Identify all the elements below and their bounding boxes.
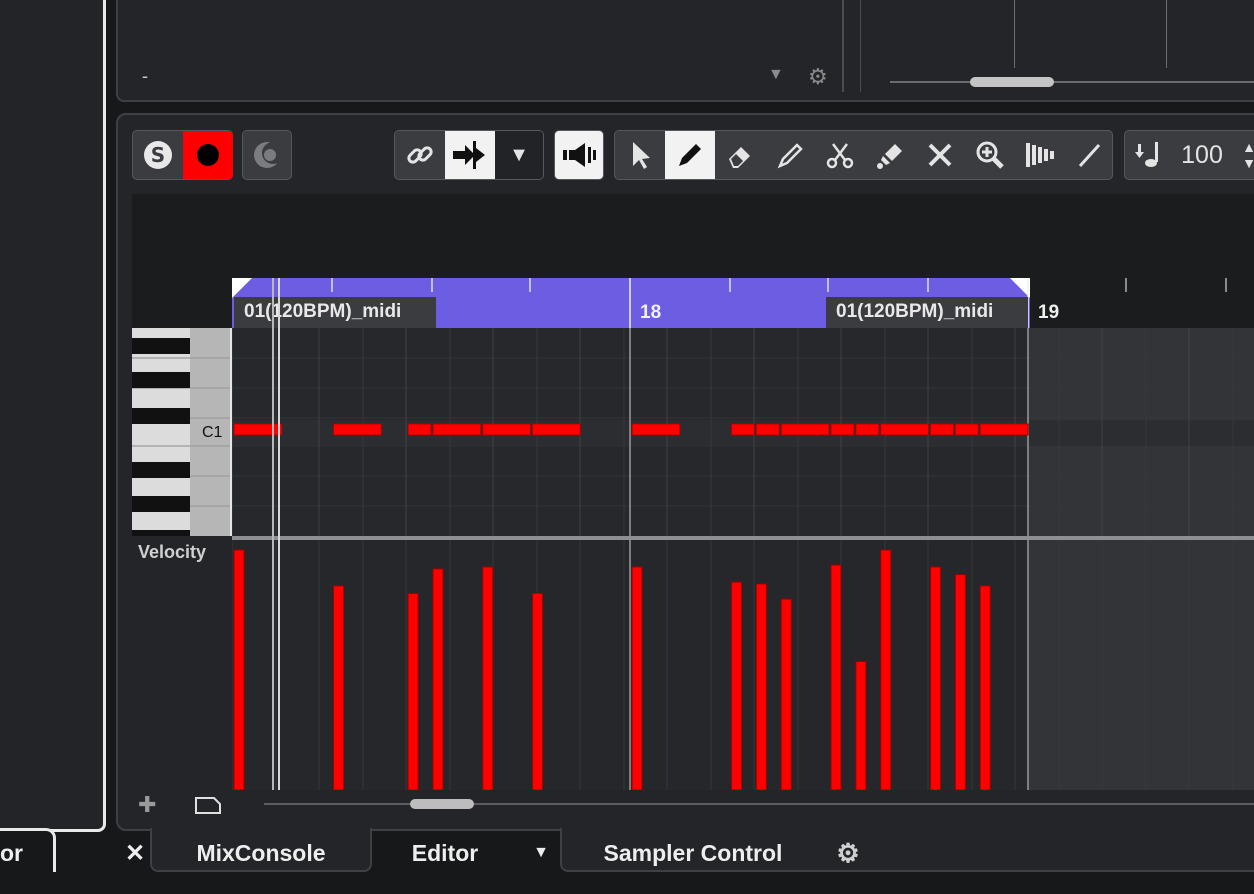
midi-note[interactable]: [930, 423, 954, 436]
solo-record-group: S: [132, 130, 233, 180]
gear-icon[interactable]: ⚙: [830, 830, 866, 876]
lane-presets-icon[interactable]: [194, 794, 222, 821]
link-insert-group: ▼: [394, 130, 544, 180]
add-lane-icon[interactable]: ✚: [138, 792, 156, 818]
velocity-bars-layer[interactable]: [232, 540, 1254, 790]
solo-s-icon[interactable]: S: [133, 131, 183, 179]
velocity-bar[interactable]: [233, 549, 245, 790]
link-icon[interactable]: [395, 131, 445, 179]
midi-note[interactable]: [954, 423, 979, 436]
part-name-label[interactable]: 01(120BPM)_midi: [234, 297, 436, 328]
insert-velocity-value[interactable]: 100: [1173, 131, 1231, 179]
tab-sampler-control[interactable]: Sampler Control: [590, 830, 796, 876]
midi-note[interactable]: [432, 423, 482, 436]
mute-icon[interactable]: [915, 131, 965, 179]
midi-note[interactable]: [830, 423, 855, 436]
speaker-icon[interactable]: [554, 130, 604, 180]
top-scrollbar-thumb[interactable]: [970, 77, 1054, 87]
midi-note[interactable]: [731, 423, 755, 436]
midi-note[interactable]: [233, 423, 283, 436]
draw-icon[interactable]: [665, 131, 715, 179]
caret-down-icon[interactable]: ▼: [495, 131, 543, 179]
bar-number: 18: [640, 302, 662, 323]
left-locator-line[interactable]: [272, 278, 274, 790]
object-selection-icon[interactable]: [615, 131, 665, 179]
tab-mixconsole[interactable]: MixConsole: [170, 830, 352, 876]
midi-note[interactable]: [979, 423, 1029, 436]
tab-editor[interactable]: Editor: [380, 830, 510, 876]
midi-note[interactable]: [482, 423, 531, 436]
tab-inspector-label[interactable]: or: [0, 830, 23, 876]
midi-note[interactable]: [631, 423, 681, 436]
velocity-bar[interactable]: [930, 566, 941, 790]
svg-text:S: S: [151, 143, 165, 167]
velocity-bar[interactable]: [880, 549, 892, 790]
top-scrollbar-track[interactable]: [890, 81, 1254, 83]
velocity-bar[interactable]: [954, 574, 966, 790]
insert-velocity-field[interactable]: 100 ▲ ▼: [1124, 130, 1254, 180]
velocity-bar[interactable]: [780, 598, 792, 790]
top-panel-value: -: [142, 66, 148, 86]
velocity-lane-label[interactable]: Velocity: [138, 542, 206, 563]
velocity-bar[interactable]: [755, 583, 767, 790]
panel-divider: [842, 0, 844, 92]
upper-zone-panel: [116, 0, 1254, 102]
velocity-bar[interactable]: [855, 660, 867, 790]
zoom-icon[interactable]: [965, 131, 1015, 179]
moon-icon[interactable]: [242, 130, 292, 180]
velocity-bar[interactable]: [830, 564, 842, 790]
bar-number: 19: [1038, 302, 1060, 323]
velocity-stepper[interactable]: ▲ ▼: [1237, 131, 1254, 179]
fader-line: [1166, 0, 1167, 68]
note-velocity-icon: [1131, 131, 1167, 179]
c1-key-label: C1: [202, 424, 223, 441]
tool-group: [614, 130, 1113, 180]
midi-note[interactable]: [333, 423, 382, 436]
line-icon[interactable]: [1015, 131, 1065, 179]
velocity-bar[interactable]: [407, 592, 419, 790]
erase-icon[interactable]: [715, 131, 765, 179]
velocity-bar[interactable]: [979, 585, 991, 790]
velocity-bar[interactable]: [432, 568, 444, 790]
close-icon[interactable]: ✕: [118, 830, 152, 876]
velocity-bar[interactable]: [631, 566, 643, 790]
trim-icon[interactable]: [765, 131, 815, 179]
glue-icon[interactable]: [865, 131, 915, 179]
velocity-bar[interactable]: [482, 566, 494, 790]
horizontal-scrollbar-thumb[interactable]: [410, 799, 474, 809]
panel-divider: [860, 0, 861, 92]
velocity-bar[interactable]: [532, 592, 543, 790]
record-icon[interactable]: [183, 131, 233, 179]
notes-layer[interactable]: [232, 328, 1254, 536]
split-icon[interactable]: [815, 131, 865, 179]
midi-note[interactable]: [755, 423, 780, 436]
caret-down-icon[interactable]: ▼: [768, 66, 784, 84]
fader-line: [1014, 0, 1015, 68]
comp-icon[interactable]: [1065, 131, 1113, 179]
midi-note[interactable]: [855, 423, 880, 436]
midi-note[interactable]: [780, 423, 830, 436]
velocity-bar[interactable]: [731, 581, 742, 790]
gear-icon[interactable]: ⚙: [808, 64, 828, 90]
midi-note[interactable]: [880, 423, 929, 436]
project-cursor[interactable]: [278, 278, 280, 790]
inspector-panel: [0, 0, 106, 832]
velocity-bar[interactable]: [333, 585, 344, 790]
midi-note[interactable]: [532, 423, 581, 436]
midi-note[interactable]: [407, 423, 432, 436]
insert-velocity-icon[interactable]: [445, 131, 495, 179]
part-name-label[interactable]: 01(120BPM)_midi: [826, 297, 1028, 328]
caret-down-icon[interactable]: ▼: [524, 830, 558, 876]
